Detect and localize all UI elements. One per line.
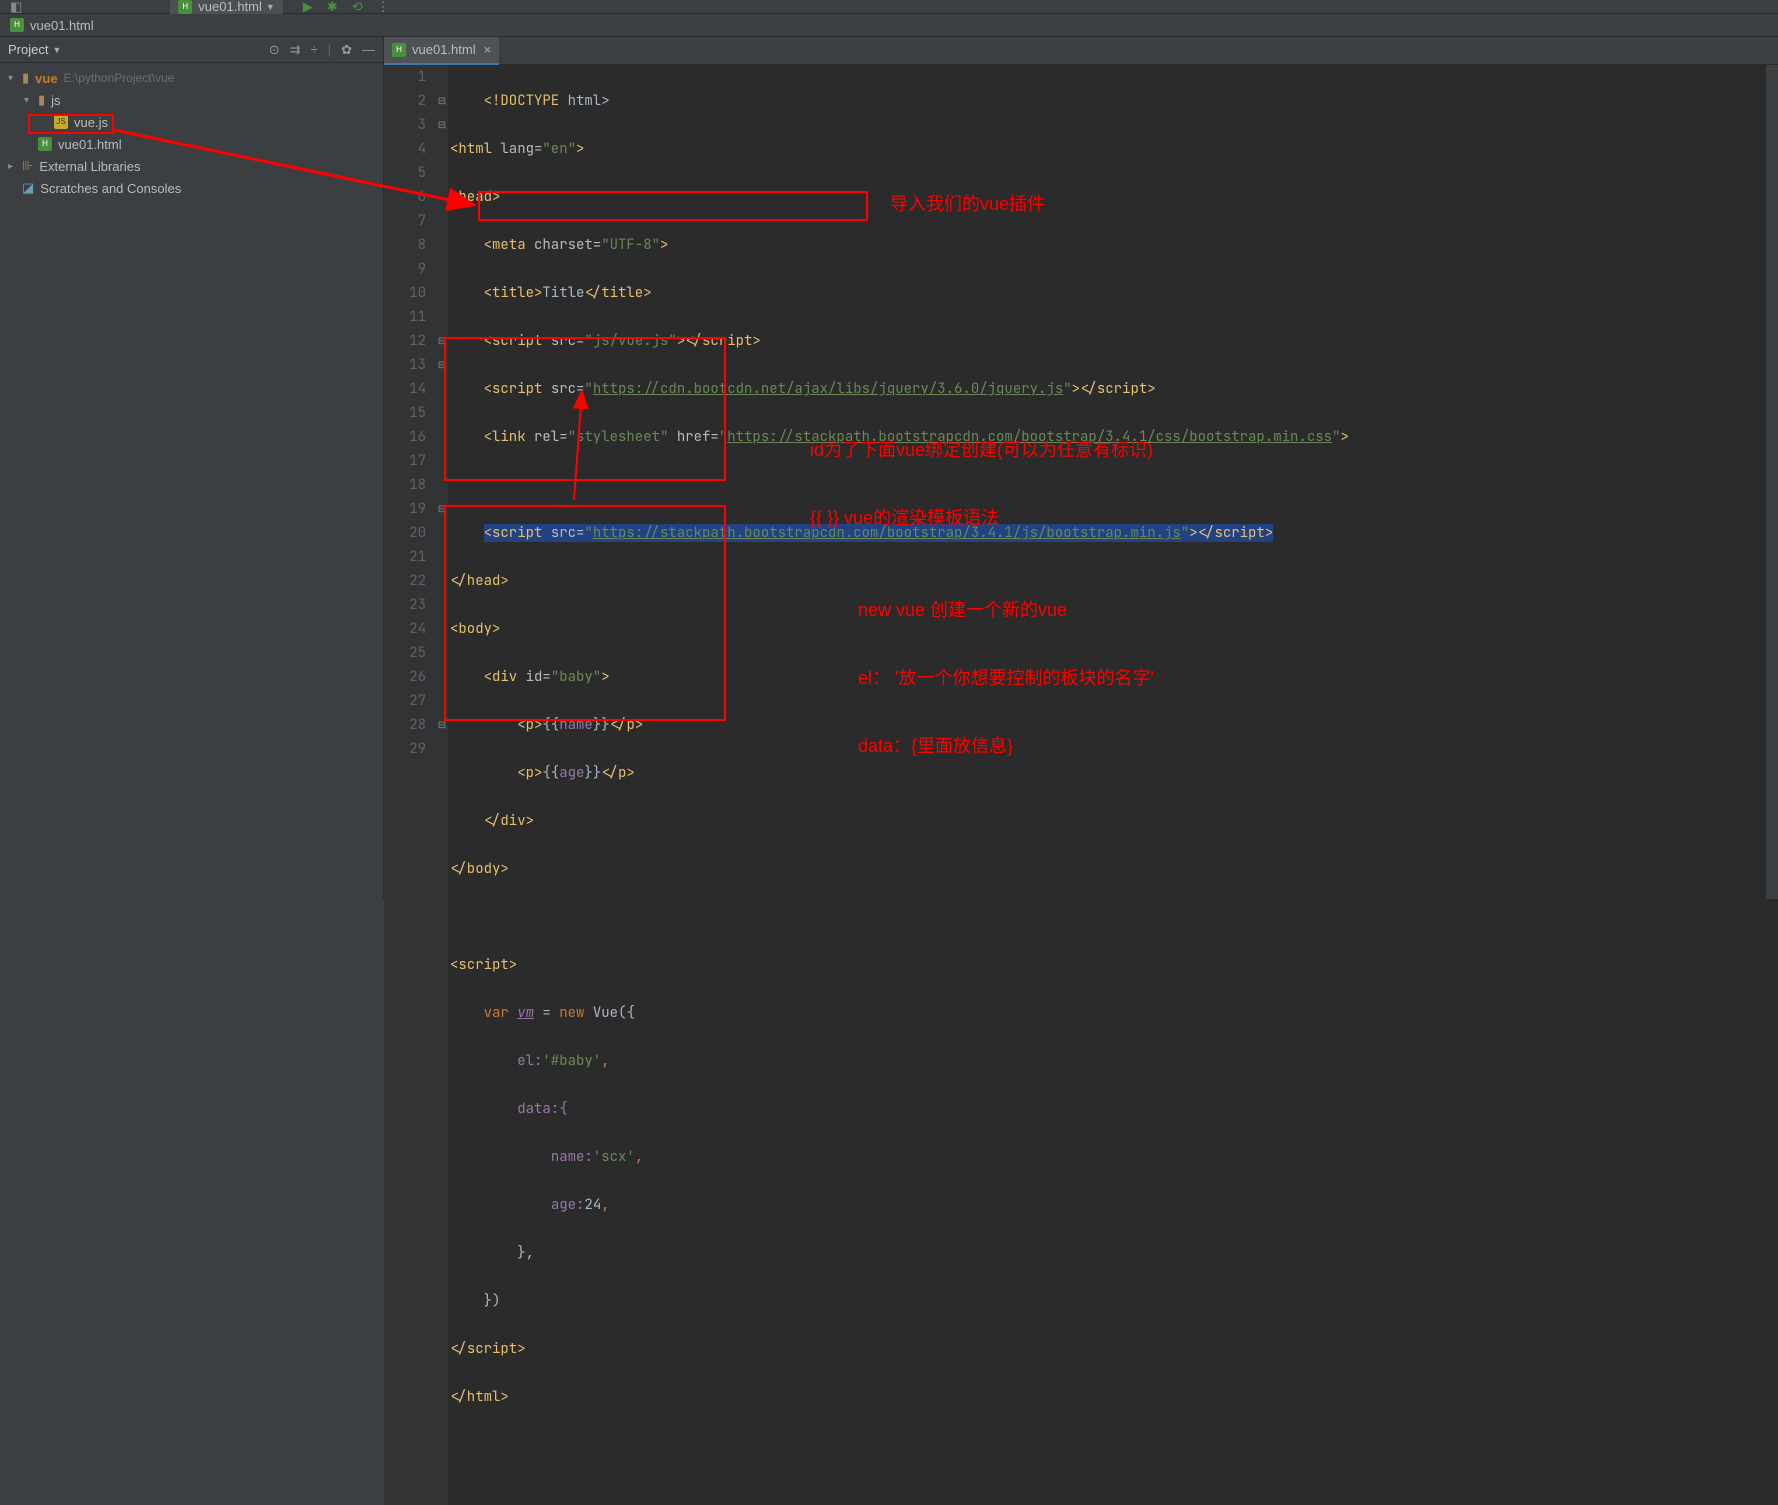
sidebar-actions: ⊙ ⇉ ÷ | ✿ —: [269, 42, 375, 58]
root-name: vue: [35, 71, 57, 86]
editor-tabs: H vue01.html ×: [384, 37, 1778, 65]
line-gutter: 1234567891011121314151617181920212223242…: [384, 65, 436, 1505]
scratches-icon: ◪: [22, 180, 34, 196]
sidebar-title-text: Project: [8, 42, 48, 57]
tree-external-libs[interactable]: ▸ ⊪ External Libraries: [0, 155, 383, 177]
annotation-box-body: [444, 337, 726, 481]
html-file-icon: H: [178, 0, 192, 14]
tree-folder-js[interactable]: ▾ ▮ js: [0, 89, 383, 111]
tab-vue01html[interactable]: H vue01.html ×: [384, 37, 499, 65]
chevron-down-icon: ▼: [52, 45, 61, 55]
open-file-chip[interactable]: H vue01.html ▼: [170, 0, 283, 14]
folder-label: js: [51, 93, 60, 108]
chevron-down-icon: ▼: [266, 2, 275, 12]
breadcrumb-file[interactable]: vue01.html: [30, 18, 94, 33]
fold-column: ⊟⊟⊟⊟⊟⊟: [436, 65, 448, 1505]
editor-scrollbar[interactable]: [1766, 65, 1778, 899]
library-icon: ⊪: [22, 158, 33, 174]
folder-icon: ▮: [38, 92, 45, 108]
html-file-icon: H: [10, 18, 24, 32]
chevron-right-icon: ▸: [8, 161, 18, 172]
annotation-text-newvue: new vue 创建一个新的vue el： '放一个你想要控制的板块的名字' d…: [858, 554, 1154, 779]
root-path: E:\pythonProject\vue: [64, 71, 175, 85]
project-sidebar: Project ▼ ⊙ ⇉ ÷ | ✿ — ▾ ▮ vue E:\pythonP…: [0, 37, 384, 899]
close-icon[interactable]: ×: [484, 42, 492, 57]
target-icon[interactable]: ⊙: [269, 42, 280, 58]
annotation-box-import: [478, 191, 868, 221]
tree-file-vue01html[interactable]: H vue01.html: [0, 133, 383, 155]
file-label: vue01.html: [58, 137, 122, 152]
scratches-label: Scratches and Consoles: [40, 181, 181, 196]
top-toolbar: ◧ H vue01.html ▼ ▶ ✱ ⟲ ⋮: [0, 0, 1778, 14]
tab-label: vue01.html: [412, 42, 476, 57]
html-file-icon: H: [392, 43, 406, 57]
run2-icon[interactable]: ⟲: [352, 0, 363, 15]
tree-root[interactable]: ▾ ▮ vue E:\pythonProject\vue: [0, 67, 383, 89]
collapse-icon[interactable]: ÷: [311, 42, 318, 58]
code-content[interactable]: <!DOCTYPE html> <html lang="en"> <head> …: [448, 65, 1778, 1505]
open-file-label: vue01.html: [198, 0, 262, 14]
breadcrumb: H vue01.html: [0, 14, 1778, 37]
expand-icon[interactable]: ⇉: [290, 42, 301, 58]
folder-icon: ▮: [22, 70, 29, 86]
libs-label: External Libraries: [39, 159, 140, 174]
annotation-box-vuejs: [28, 114, 114, 134]
debug-icon[interactable]: ✱: [327, 0, 338, 15]
sidebar-title[interactable]: Project ▼: [8, 42, 61, 57]
more-icon[interactable]: ⋮: [377, 0, 390, 15]
annotation-text-id: id为了下面vue绑定创建(可以为任意有标识) {{ }} vue的渲染模板语法: [810, 394, 1153, 551]
gear-icon[interactable]: ✿: [341, 42, 352, 58]
chevron-down-icon: ▾: [8, 73, 18, 84]
chevron-down-icon: ▾: [24, 95, 34, 106]
minimize-icon[interactable]: —: [362, 42, 375, 58]
editor-body[interactable]: 1234567891011121314151617181920212223242…: [384, 65, 1778, 1505]
sidebar-header: Project ▼ ⊙ ⇉ ÷ | ✿ —: [0, 37, 383, 63]
run-icon[interactable]: ▶: [303, 0, 313, 15]
toolbar-left-icon[interactable]: ◧: [10, 0, 22, 15]
annotation-box-script: [444, 505, 726, 721]
tree-scratches[interactable]: ◪ Scratches and Consoles: [0, 177, 383, 199]
html-file-icon: H: [38, 137, 52, 151]
annotation-text-import: 导入我们的vue插件: [890, 190, 1045, 216]
